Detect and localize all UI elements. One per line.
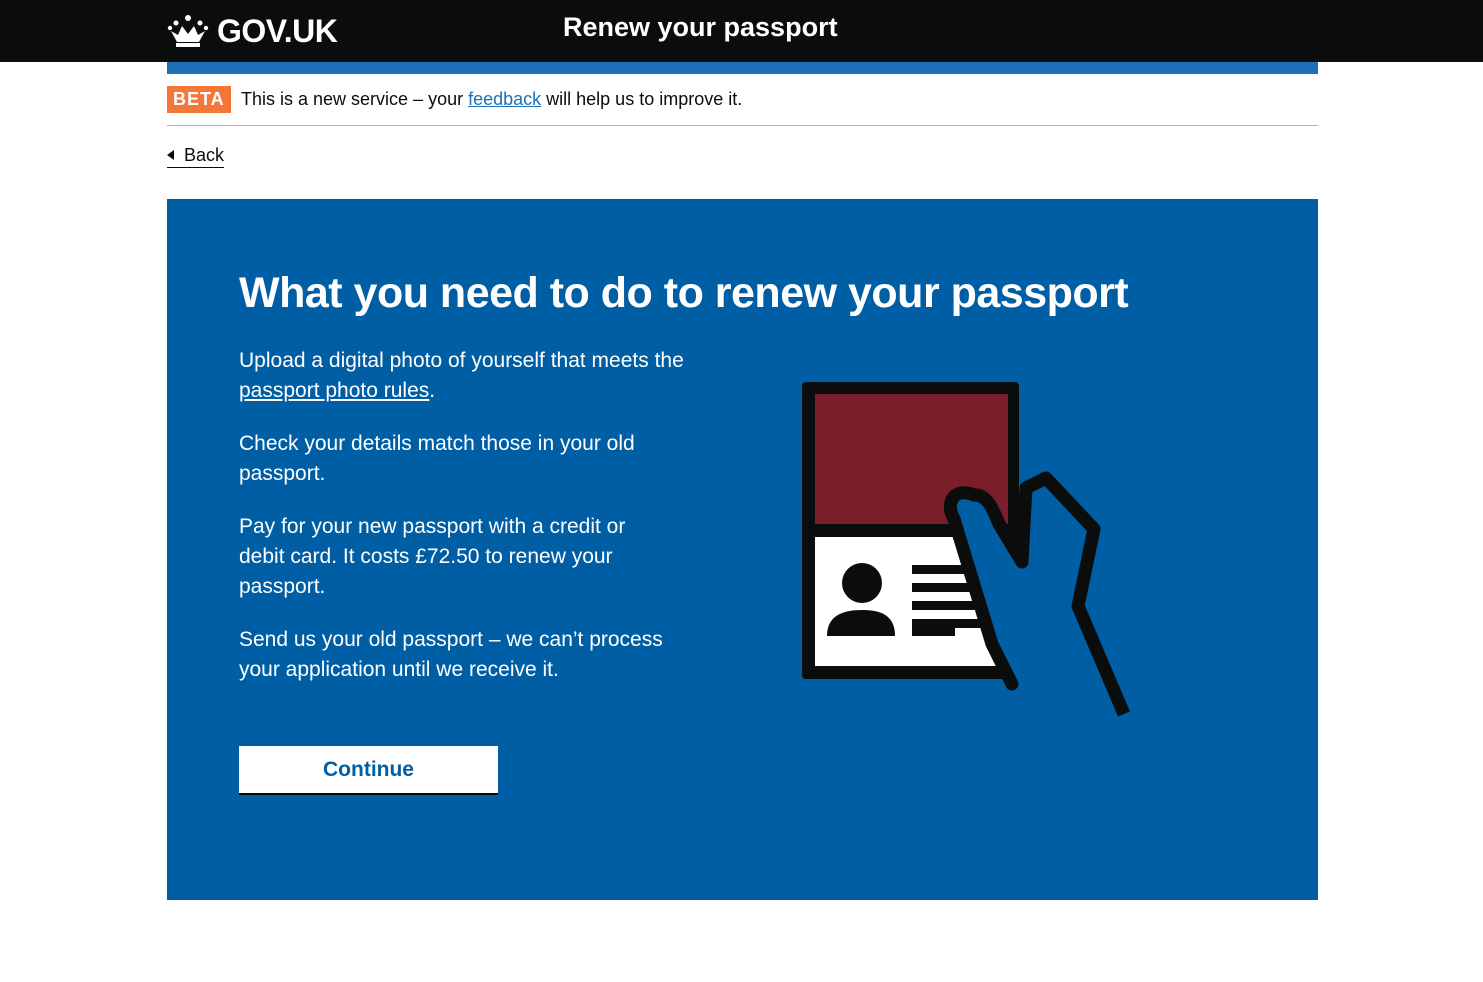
phase-banner: BETA This is a new service – your feedba… xyxy=(167,74,1318,126)
feedback-link[interactable]: feedback xyxy=(468,89,541,109)
continue-button[interactable]: Continue xyxy=(239,746,498,793)
passport-in-hand-icon xyxy=(794,374,1134,719)
instruction-payment: Pay for your new passport with a credit … xyxy=(239,515,626,598)
crown-icon xyxy=(167,14,209,48)
instruction-photo: Upload a digital photo of yourself that … xyxy=(239,346,739,406)
photo-text: Upload a digital photo of yourself that … xyxy=(239,349,684,372)
instruction-check-details: Check your details match those in your o… xyxy=(239,432,635,485)
back-link-label: Back xyxy=(184,145,225,165)
logo-text: GOV.UK xyxy=(217,12,338,49)
global-header: GOV.UK Renew your passport xyxy=(0,0,1483,62)
back-chevron-icon xyxy=(167,150,174,160)
beta-tag: BETA xyxy=(167,86,231,113)
start-panel: What you need to do to renew your passpo… xyxy=(167,199,1318,900)
photo-text-end: . xyxy=(429,379,436,402)
instruction-send-passport: Send us your old passport – we can’t pro… xyxy=(239,628,663,681)
phase-text-before: This is a new service – your xyxy=(241,89,469,109)
back-link[interactable]: Back xyxy=(167,143,225,168)
page-title: What you need to do to renew your passpo… xyxy=(239,269,1129,317)
phase-text-after: will help us to improve it. xyxy=(541,89,743,109)
header-accent-bar xyxy=(167,62,1318,74)
govuk-logo-link[interactable]: GOV.UK xyxy=(167,11,338,51)
phase-banner-text: This is a new service – your feedback wi… xyxy=(241,87,742,111)
passport-photo-rules-link[interactable]: passport photo rules xyxy=(239,379,429,402)
service-name-link[interactable]: Renew your passport xyxy=(563,12,838,43)
